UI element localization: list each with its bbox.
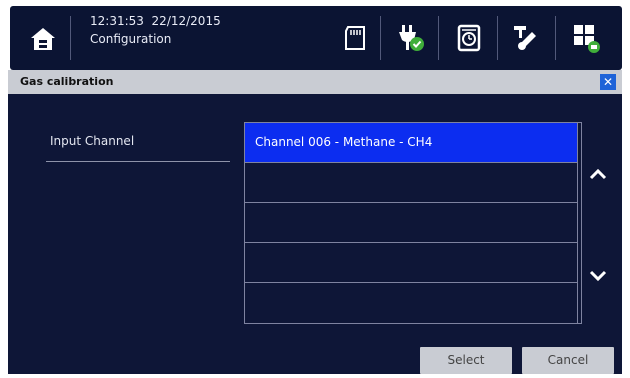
clock-datetime: 12:31:53 22/12/2015 — [90, 14, 221, 29]
channel-list[interactable]: Channel 006 - Methane - CH4 — [244, 122, 607, 324]
channel-list-item[interactable] — [245, 243, 577, 283]
channel-list-item[interactable] — [245, 203, 577, 243]
divider — [497, 16, 498, 60]
power-button[interactable] — [394, 22, 426, 54]
select-button[interactable]: Select — [420, 347, 512, 374]
menu-button[interactable] — [570, 22, 602, 54]
section-title: Configuration — [90, 32, 172, 46]
chevron-up-icon — [589, 168, 607, 180]
alarm-button[interactable] — [453, 22, 485, 54]
clock-time: 12:31:53 — [90, 14, 144, 28]
home-button[interactable] — [28, 24, 58, 54]
power-plug-icon — [399, 25, 424, 51]
device-screen: 12:31:53 22/12/2015 Configuration Gas ca… — [0, 0, 630, 378]
channel-item-label: Channel 006 - Methane - CH4 — [255, 135, 433, 149]
divider — [438, 16, 439, 60]
channel-list-item-selected[interactable]: Channel 006 - Methane - CH4 — [245, 123, 577, 163]
divider — [555, 16, 556, 60]
alarm-clock-icon — [457, 24, 481, 52]
dialog-titlebar: Gas calibration ✕ — [8, 70, 622, 94]
sensor-button[interactable] — [510, 22, 542, 54]
chevron-down-icon — [589, 270, 607, 282]
channel-list-item[interactable] — [245, 283, 577, 322]
cancel-button[interactable]: Cancel — [522, 347, 614, 374]
gas-calibration-dialog: Gas calibration ✕ Input Channel Channel … — [8, 70, 622, 374]
scroll-up-button[interactable] — [586, 163, 610, 187]
divider — [70, 16, 71, 60]
sd-card-button[interactable] — [340, 22, 372, 54]
dialog-title: Gas calibration — [20, 75, 114, 88]
label-underline — [46, 161, 230, 162]
channel-list-item[interactable] — [245, 163, 577, 203]
status-bar: 12:31:53 22/12/2015 Configuration — [10, 6, 622, 70]
home-icon — [28, 24, 58, 54]
close-icon[interactable]: ✕ — [600, 74, 616, 90]
list-scroll-column — [577, 123, 618, 323]
sensor-probe-icon — [514, 26, 536, 50]
sd-card-icon — [345, 26, 365, 50]
clock-date: 22/12/2015 — [151, 14, 221, 28]
input-channel-label: Input Channel — [50, 134, 135, 148]
divider — [380, 16, 381, 60]
scroll-down-button[interactable] — [586, 263, 610, 287]
grid-menu-icon — [574, 25, 600, 53]
